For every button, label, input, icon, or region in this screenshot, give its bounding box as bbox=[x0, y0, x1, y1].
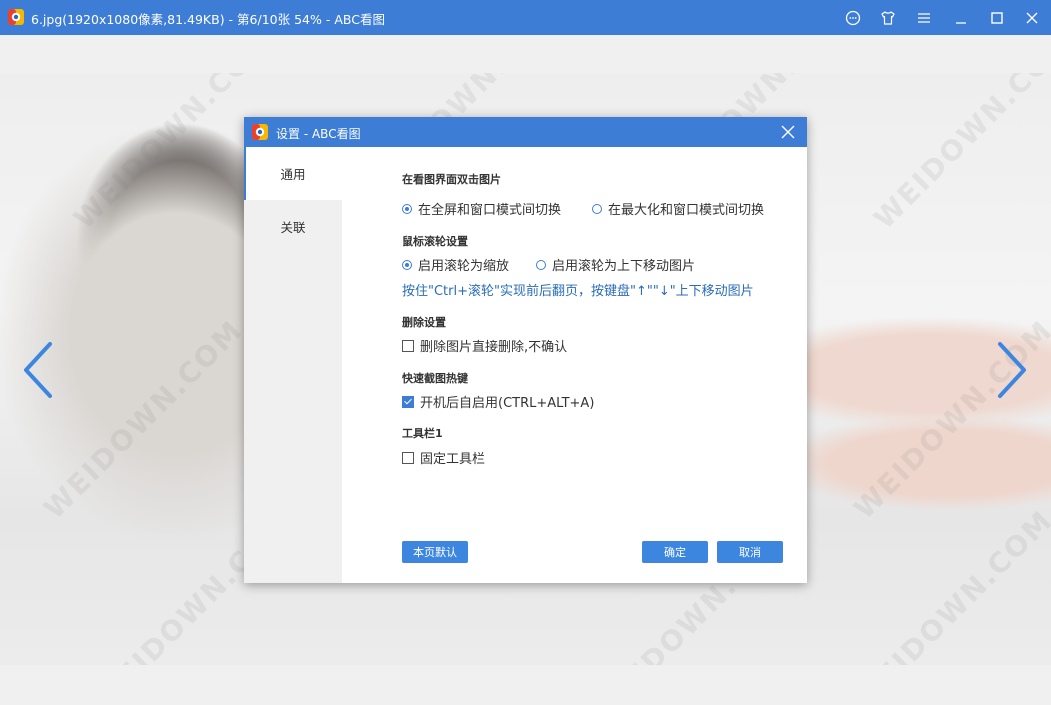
dialog-close-icon[interactable] bbox=[779, 123, 797, 141]
sidebar-item-association[interactable]: 关联 bbox=[244, 200, 342, 253]
radio-unselected-icon bbox=[536, 259, 546, 270]
section-heading-double-click: 在看图界面双击图片 bbox=[402, 173, 501, 186]
radio-selected-icon bbox=[402, 259, 412, 270]
checkbox-fixed-toolbar[interactable]: 固定工具栏 bbox=[402, 448, 485, 467]
section-heading-toolbar: 工具栏1 bbox=[402, 427, 443, 440]
sidebar-item-general[interactable]: 通用 bbox=[244, 147, 342, 200]
sidebar-item-label: 关联 bbox=[280, 220, 306, 235]
close-icon[interactable] bbox=[1020, 6, 1044, 30]
radio-wheel-zoom[interactable]: 启用滚轮为缩放 bbox=[402, 255, 509, 274]
radio-wheel-scroll[interactable]: 启用滚轮为上下移动图片 bbox=[536, 255, 695, 274]
previous-image-arrow-icon[interactable] bbox=[18, 340, 58, 400]
settings-sidebar: 通用 关联 bbox=[244, 147, 342, 583]
wheel-hint-text: 按住"Ctrl+滚轮"实现前后翻页，按键盘"↑""↓"上下移动图片 bbox=[402, 284, 754, 299]
skin-icon[interactable] bbox=[876, 6, 900, 30]
checkbox-screenshot-autostart[interactable]: 开机后自启用(CTRL+ALT+A) bbox=[402, 392, 594, 411]
app-logo-icon bbox=[252, 124, 268, 140]
option-label: 启用滚轮为缩放 bbox=[418, 259, 510, 274]
settings-dialog: 设置 - ABC看图 通用 关联 在看图界面双击图片 在全屏和窗口模式间切换 在… bbox=[244, 117, 807, 583]
checkbox-delete-no-confirm[interactable]: 删除图片直接删除,不确认 bbox=[402, 336, 567, 355]
option-label: 启用滚轮为上下移动图片 bbox=[552, 259, 696, 274]
section-heading-screenshot: 快速截图热键 bbox=[402, 372, 468, 385]
cancel-button[interactable]: 取消 bbox=[717, 541, 783, 563]
watermark-text: WEIDOWN.COM bbox=[867, 73, 1051, 236]
watermark-text: WEIDOWN.COM bbox=[37, 313, 250, 526]
checkbox-unchecked-icon bbox=[402, 339, 414, 352]
radio-maximize-toggle[interactable]: 在最大化和窗口模式间切换 bbox=[592, 199, 764, 218]
dialog-title-bar: 设置 - ABC看图 bbox=[244, 117, 807, 147]
checkbox-unchecked-icon bbox=[402, 451, 414, 464]
dialog-title: 设置 - ABC看图 bbox=[276, 127, 361, 141]
restore-defaults-button[interactable]: 本页默认 bbox=[402, 541, 468, 563]
section-heading-delete: 删除设置 bbox=[402, 316, 446, 329]
minimize-icon[interactable] bbox=[949, 6, 973, 30]
maximize-icon[interactable] bbox=[985, 6, 1009, 30]
next-image-arrow-icon[interactable] bbox=[992, 340, 1032, 400]
checkbox-checked-icon bbox=[402, 395, 414, 408]
option-label: 在全屏和窗口模式间切换 bbox=[418, 203, 562, 218]
option-label: 固定工具栏 bbox=[420, 452, 486, 467]
app-logo-icon bbox=[8, 9, 24, 25]
option-label: 删除图片直接删除,不确认 bbox=[420, 340, 568, 355]
radio-selected-icon bbox=[402, 203, 412, 214]
option-label: 在最大化和窗口模式间切换 bbox=[608, 203, 765, 218]
radio-unselected-icon bbox=[592, 203, 602, 214]
menu-icon[interactable] bbox=[912, 6, 936, 30]
section-heading-wheel: 鼠标滚轮设置 bbox=[402, 235, 468, 248]
radio-fullscreen-toggle[interactable]: 在全屏和窗口模式间切换 bbox=[402, 199, 561, 218]
chat-icon[interactable] bbox=[841, 6, 865, 30]
active-indicator bbox=[244, 147, 246, 200]
window-title: 6.jpg(1920x1080像素,81.49KB) - 第6/10张 54% … bbox=[31, 12, 385, 27]
title-bar: 6.jpg(1920x1080像素,81.49KB) - 第6/10张 54% … bbox=[0, 0, 1051, 35]
watermark-text: WEIDOWN.COM bbox=[847, 503, 1051, 665]
sidebar-item-label: 通用 bbox=[280, 167, 306, 182]
option-label: 开机后自启用(CTRL+ALT+A) bbox=[420, 396, 595, 411]
ok-button[interactable]: 确定 bbox=[642, 541, 708, 563]
